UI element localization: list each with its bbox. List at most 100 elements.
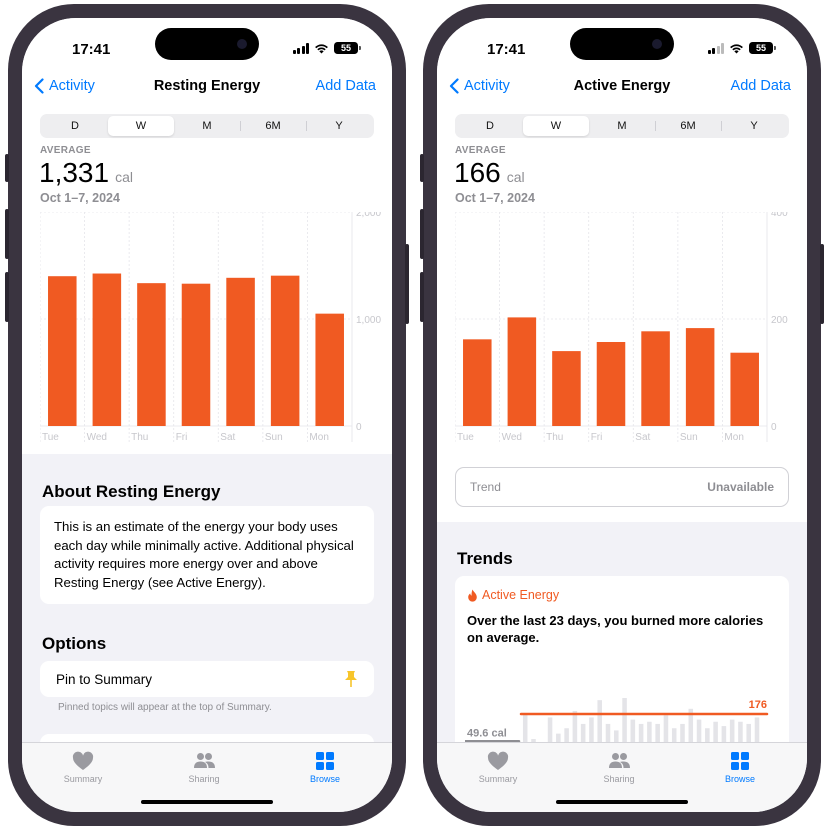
x-tick-label: Fri xyxy=(176,432,188,443)
average-unit: cal xyxy=(506,169,525,185)
grid-icon xyxy=(731,752,749,770)
tab-label: Summary xyxy=(478,774,518,784)
bar-fri[interactable] xyxy=(596,342,626,426)
home-indicator xyxy=(141,800,273,804)
trend-description: Over the last 23 days, you burned more c… xyxy=(467,613,764,645)
segment-y[interactable]: Y xyxy=(306,116,372,136)
time-range-segmented-control: D W M 6M Y xyxy=(455,114,789,138)
y-tick-label: 200 xyxy=(771,315,788,326)
bar-sat[interactable] xyxy=(641,331,670,426)
tab-bar: Summary Sharing Browse xyxy=(22,742,392,812)
segment-w[interactable]: W xyxy=(108,116,174,136)
old-average-label: 49.6 cal xyxy=(467,727,507,739)
segment-w[interactable]: W xyxy=(523,116,589,136)
active-energy-bar-chart[interactable]: 400 200 0 Tue Wed Thu Fri Sat Sun Mon xyxy=(455,212,799,444)
segment-m[interactable]: M xyxy=(589,116,655,136)
segment-d[interactable]: D xyxy=(42,116,108,136)
segment-d[interactable]: D xyxy=(457,116,523,136)
phone-active-energy: 17:41 55 Activity Active Energy Add Data… xyxy=(420,4,824,826)
bar-sun[interactable] xyxy=(685,328,715,426)
tab-sharing[interactable]: Sharing xyxy=(574,751,664,784)
trend-card-header: Active Energy xyxy=(467,588,777,602)
volume-up-button xyxy=(420,209,424,259)
about-card: This is an estimate of the energy your b… xyxy=(40,506,374,604)
bar-mon[interactable] xyxy=(315,313,344,426)
heart-icon xyxy=(72,751,94,770)
about-text: This is an estimate of the energy your b… xyxy=(54,519,354,590)
volume-down-button xyxy=(420,272,424,322)
back-button[interactable]: Activity xyxy=(34,78,95,94)
date-range: Oct 1–7, 2024 xyxy=(40,191,120,205)
segment-m[interactable]: M xyxy=(174,116,240,136)
tab-bar: Summary Sharing Browse xyxy=(437,742,807,812)
resting-energy-bar-chart[interactable]: 2,000 1,000 0 Tue Wed Thu Fri Sat Sun Mon xyxy=(40,212,384,444)
tab-sharing[interactable]: Sharing xyxy=(159,751,249,784)
add-data-button[interactable]: Add Data xyxy=(731,78,791,94)
tab-label: Browse xyxy=(309,774,340,784)
segment-6m[interactable]: 6M xyxy=(240,116,306,136)
battery-icon: 55 xyxy=(749,42,776,54)
status-time: 17:41 xyxy=(72,41,111,58)
signal-icon xyxy=(707,42,724,54)
tab-browse[interactable]: Browse xyxy=(280,751,370,784)
bar-thu[interactable] xyxy=(137,283,166,426)
pin-label: Pin to Summary xyxy=(56,671,153,687)
home-indicator xyxy=(556,800,688,804)
trend-metric-label: Active Energy xyxy=(482,588,560,602)
average-value: 1,331 cal xyxy=(39,157,133,189)
x-tick-label: Thu xyxy=(546,432,563,443)
nav-bar: Activity Active Energy Add Data xyxy=(437,78,807,98)
grid-icon xyxy=(316,752,334,770)
tab-summary[interactable]: Summary xyxy=(453,751,543,784)
x-tick-label: Sat xyxy=(635,432,650,443)
power-button xyxy=(820,244,824,324)
pin-to-summary-row[interactable]: Pin to Summary xyxy=(40,661,374,697)
x-tick-label: Mon xyxy=(724,432,743,443)
trends-title: Trends xyxy=(457,549,513,568)
bar-mon[interactable] xyxy=(730,352,759,426)
phone-resting-energy: 17:41 55 Activity Resting Energy Add Dat… xyxy=(5,4,409,826)
average-number: 166 xyxy=(454,157,501,188)
action-button xyxy=(5,154,9,182)
back-button[interactable]: Activity xyxy=(449,78,510,94)
back-label: Activity xyxy=(49,78,95,94)
chevron-left-icon xyxy=(449,78,459,94)
segment-y[interactable]: Y xyxy=(721,116,787,136)
bar-sun[interactable] xyxy=(270,275,300,426)
flame-icon xyxy=(468,589,477,602)
time-range-segmented-control: D W M 6M Y xyxy=(40,114,374,138)
tab-browse[interactable]: Browse xyxy=(695,751,785,784)
status-time: 17:41 xyxy=(487,41,526,58)
action-button xyxy=(420,154,424,182)
segment-6m[interactable]: 6M xyxy=(655,116,721,136)
bar-fri[interactable] xyxy=(181,283,211,426)
trend-value: Unavailable xyxy=(707,480,774,494)
bar-wed[interactable] xyxy=(507,317,537,426)
y-tick-label: 400 xyxy=(771,212,788,219)
bar-tue[interactable] xyxy=(48,276,77,426)
x-tick-label: Tue xyxy=(42,432,59,443)
bar-wed[interactable] xyxy=(92,273,122,426)
trend-row[interactable]: Trend Unavailable xyxy=(455,467,789,507)
bar-tue[interactable] xyxy=(463,339,492,426)
y-tick-label: 0 xyxy=(771,422,777,433)
date-range: Oct 1–7, 2024 xyxy=(455,191,535,205)
tab-label: Sharing xyxy=(188,774,220,784)
battery-icon: 55 xyxy=(334,42,361,54)
screen: 17:41 55 Activity Resting Energy Add Dat… xyxy=(22,18,392,812)
add-data-button[interactable]: Add Data xyxy=(316,78,376,94)
tab-label: Sharing xyxy=(603,774,635,784)
trend-label: Trend xyxy=(470,480,501,494)
x-tick-label: Wed xyxy=(87,432,107,443)
x-tick-label: Sun xyxy=(265,432,283,443)
tab-summary[interactable]: Summary xyxy=(38,751,128,784)
active-energy-trend-card[interactable]: Active Energy Over the last 23 days, you… xyxy=(455,576,789,752)
back-label: Activity xyxy=(464,78,510,94)
bar-thu[interactable] xyxy=(552,351,581,426)
power-button xyxy=(405,244,409,324)
x-tick-label: Thu xyxy=(131,432,148,443)
y-tick-label: 2,000 xyxy=(356,212,381,219)
volume-up-button xyxy=(5,209,9,259)
bar-sat[interactable] xyxy=(226,277,255,426)
status-icons: 55 xyxy=(292,42,361,54)
